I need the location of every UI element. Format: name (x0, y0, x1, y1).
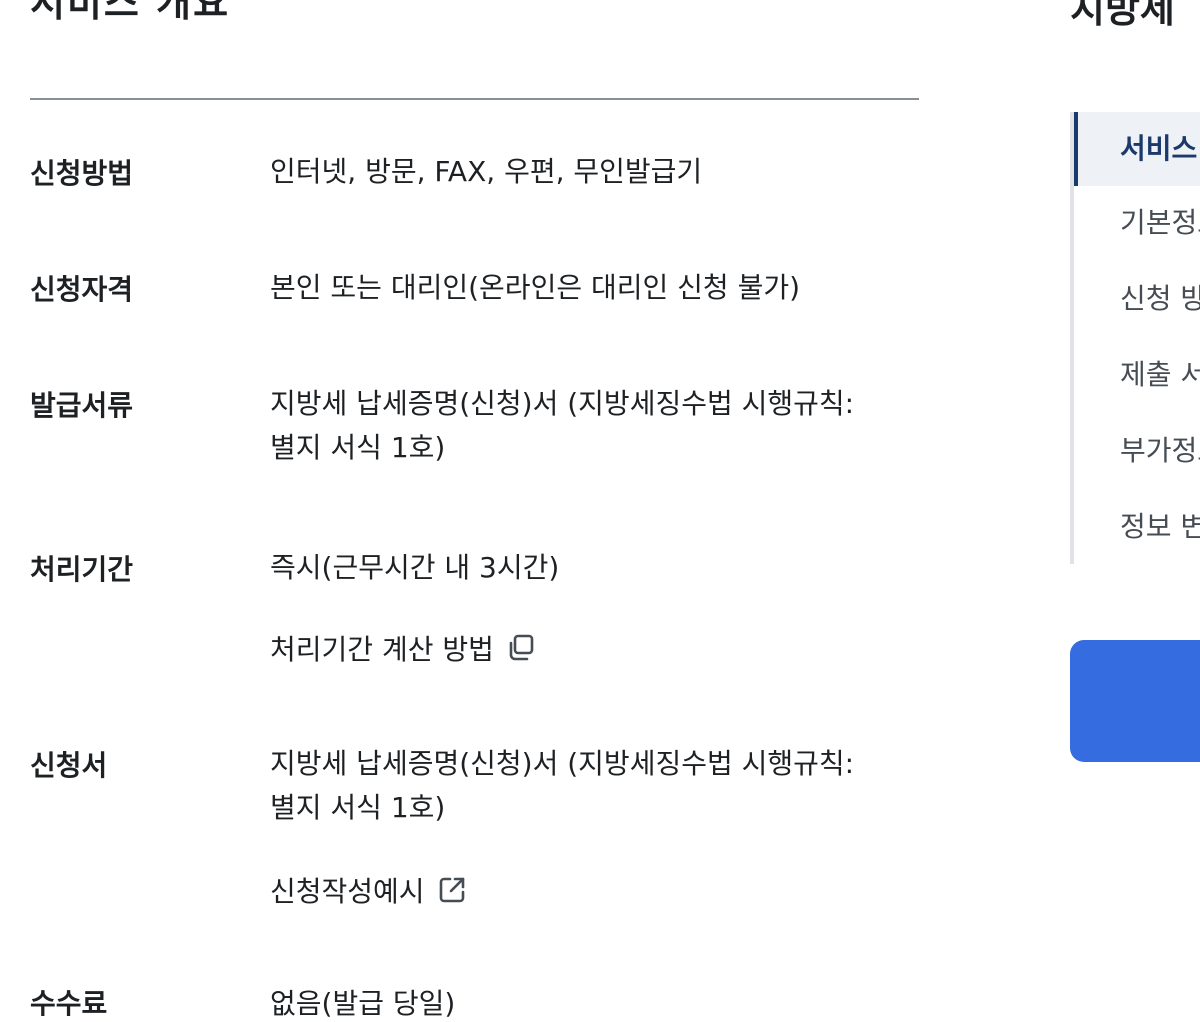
info-label: 신청서 (30, 749, 108, 782)
side-nav-item-overview[interactable]: 서비스 개요 (1074, 112, 1200, 186)
copy-window-icon (504, 631, 538, 665)
side-nav-item-apply-method[interactable]: 신청 방법 (1074, 262, 1200, 336)
info-label: 발급서류 (30, 389, 134, 422)
info-value: 인터넷, 방문, FAX, 우편, 무인발급기 (270, 150, 910, 194)
info-value-line: 지방세 납세증명(신청)서 (지방세징수법 시행규칙: (270, 387, 855, 420)
info-value-line: 지방세 납세증명(신청)서 (지방세징수법 시행규칙: (270, 747, 855, 780)
info-value-line: 없음(발급 당일) (270, 987, 456, 1020)
info-label: 처리기간 (30, 553, 134, 586)
info-label: 신청자격 (30, 273, 134, 306)
info-value-line: 인터넷, 방문, FAX, 우편, 무인발급기 (270, 155, 703, 188)
info-label: 수수료 (30, 987, 108, 1020)
application-example-link[interactable]: 신청작성예시 (270, 870, 469, 910)
info-value: 지방세 납세증명(신청)서 (지방세징수법 시행규칙: 별지 서식 1호) (270, 742, 910, 830)
info-label: 신청방법 (30, 157, 134, 190)
side-nav-item-extra-info[interactable]: 부가정보 (1074, 414, 1200, 488)
link-label: 처리기간 계산 방법 (270, 633, 494, 666)
info-value-line: 별지 서식 1호) (270, 791, 446, 824)
info-value-line: 본인 또는 대리인(온라인은 대리인 신청 불가) (270, 271, 801, 304)
page-title: 서비스 개요 (30, 0, 231, 25)
info-value-line: 별지 서식 1호) (270, 431, 446, 464)
side-nav-item-basic-info[interactable]: 기본정보 (1074, 186, 1200, 260)
external-link-icon (435, 873, 469, 907)
side-nav-item-info-change[interactable]: 정보 변경 (1074, 490, 1200, 564)
info-value: 지방세 납세증명(신청)서 (지방세징수법 시행규칙: 별지 서식 1호) (270, 382, 910, 470)
side-nav-item-documents[interactable]: 제출 서류 (1074, 338, 1200, 412)
apply-button[interactable] (1070, 640, 1200, 762)
info-value: 본인 또는 대리인(온라인은 대리인 신청 불가) (270, 266, 910, 310)
link-label: 신청작성예시 (270, 875, 425, 908)
info-value: 즉시(근무시간 내 3시간) (270, 546, 910, 590)
sidebar-title: 지방세 (1070, 0, 1175, 31)
side-navigation: 서비스 개요 기본정보 신청 방법 제출 서류 부가정보 정보 변경 (1070, 112, 1200, 564)
processing-time-calc-link[interactable]: 처리기간 계산 방법 (270, 628, 538, 668)
info-value-line: 즉시(근무시간 내 3시간) (270, 551, 560, 584)
title-divider (30, 98, 919, 100)
